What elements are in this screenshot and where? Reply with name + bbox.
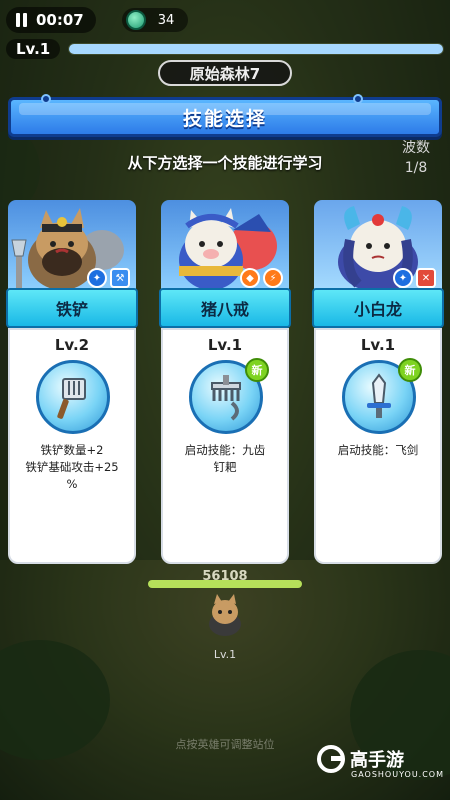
pause-icon[interactable] xyxy=(14,13,28,27)
element-badges: ✦ ✕ xyxy=(393,268,436,288)
watermark-logo-icon xyxy=(317,745,345,773)
timer-pill[interactable]: 00:07 xyxy=(6,7,96,33)
watermark-name: 高手游 xyxy=(350,750,404,771)
skill-level: Lv.1 xyxy=(207,336,243,354)
description-line: 启动技能：飞剑 xyxy=(337,443,419,457)
hero-portrait: ✦ ⚒ xyxy=(8,200,136,292)
xp-bar xyxy=(68,43,444,55)
hero-sprite[interactable] xyxy=(204,592,246,638)
skill-info: Lv.1 新 启动技能：九齿 钉耙 xyxy=(161,328,289,564)
xp-fill xyxy=(69,44,443,54)
gem-icon xyxy=(125,10,146,30)
skill-info: Lv.1 新 启动技能：飞剑 xyxy=(314,328,442,564)
skill-card-3[interactable]: ✦ ✕ 小白龙 Lv.1 新 启动技能：飞剑 xyxy=(312,200,444,564)
hero-level: Lv.1 xyxy=(213,648,237,661)
banner-rivet xyxy=(41,94,51,104)
water-icon: ✦ xyxy=(87,268,107,288)
skill-card-1[interactable]: ✦ ⚒ 铁铲 Lv.2 铁铲数量+2 铁铲基础攻击+25 % xyxy=(6,200,138,564)
fire-icon: ◆ xyxy=(240,268,260,288)
element-badges: ✦ ⚒ xyxy=(87,268,130,288)
shovel-icon xyxy=(36,360,110,434)
skill-level: Lv.1 xyxy=(360,336,396,354)
level-row: Lv.1 xyxy=(6,38,444,60)
coin-count: 34 xyxy=(157,12,175,28)
skill-card-2[interactable]: ◆ ⚡ 猪八戒 Lv.1 新 启动技能：九齿 钉耙 xyxy=(159,200,291,564)
hero-portrait: ◆ ⚡ xyxy=(161,200,289,292)
hero-name: 猪八戒 xyxy=(159,288,291,328)
description-line: 铁铲数量+2 xyxy=(40,443,104,457)
sword-class-icon: ✕ xyxy=(416,268,436,288)
new-badge: 新 xyxy=(245,358,269,382)
dialog-banner: 技能选择 xyxy=(8,94,442,137)
banner-rivet xyxy=(353,94,363,104)
skill-description: 铁铲数量+2 铁铲基础攻击+25 % xyxy=(16,442,128,493)
power-fill xyxy=(148,580,302,588)
watermark-site: GAOSHOUYOU.COM xyxy=(351,770,445,779)
skill-level: Lv.2 xyxy=(54,336,90,354)
description-line: % xyxy=(66,477,78,491)
hero-name: 铁铲 xyxy=(6,288,138,328)
new-badge: 新 xyxy=(398,358,422,382)
stage-name: 原始森林7 xyxy=(158,60,292,86)
hero-name: 小白龙 xyxy=(312,288,444,328)
description-line: 铁铲基础攻击+25 xyxy=(25,460,119,474)
description-line: 启动技能：九齿 xyxy=(184,443,266,457)
coin-counter: 34 xyxy=(121,8,189,32)
skill-description: 启动技能：飞剑 xyxy=(322,442,434,459)
dialog-title: 技能选择 xyxy=(182,107,267,130)
description-line: 钉耙 xyxy=(213,460,237,474)
hammer-icon: ⚒ xyxy=(110,268,130,288)
top-hud: 00:07 34 xyxy=(6,6,444,34)
lightning-icon: ⚡ xyxy=(263,268,283,288)
element-badges: ◆ ⚡ xyxy=(240,268,283,288)
hero-portrait: ✦ ✕ xyxy=(314,200,442,292)
timer-text: 00:07 xyxy=(36,11,84,29)
skill-info: Lv.2 铁铲数量+2 铁铲基础攻击+25 % xyxy=(8,328,136,564)
skill-description: 启动技能：九齿 钉耙 xyxy=(169,442,281,476)
dialog-subtitle: 从下方选择一个技能进行学习 xyxy=(127,154,323,172)
power-bar xyxy=(148,580,302,588)
player-level: Lv.1 xyxy=(6,39,61,59)
water-icon: ✦ xyxy=(393,268,413,288)
game-screen: 00:07 34 Lv.1 原始森林7 波数 1/8 技能选择 从下方选择一个技… xyxy=(0,0,450,800)
